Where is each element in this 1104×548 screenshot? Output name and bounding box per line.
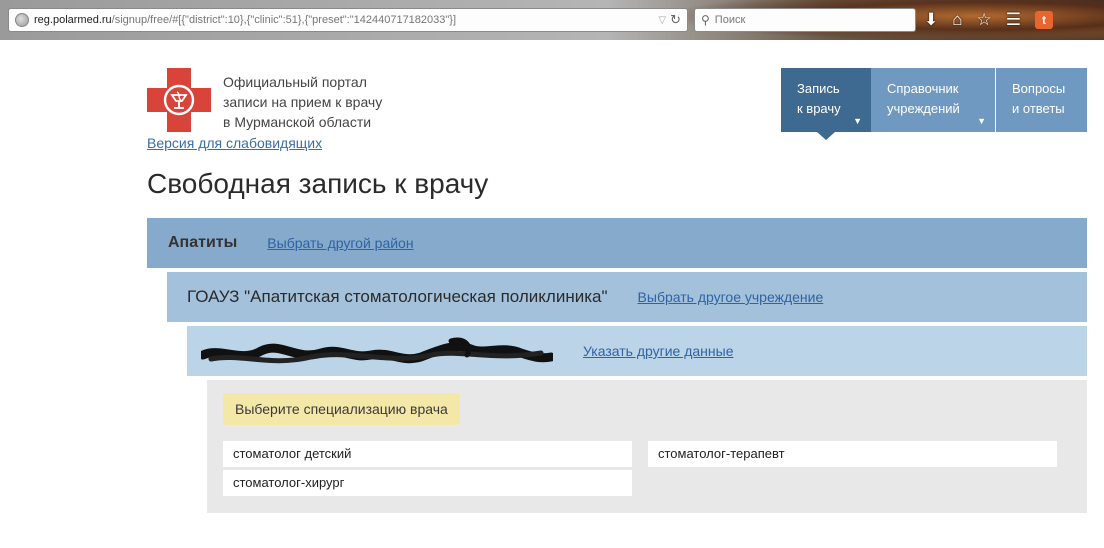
nav-item-label: Запись [797, 81, 840, 96]
change-district-link[interactable]: Выбрать другой район [267, 235, 413, 251]
selected-clinic: ГОАУЗ "Апатитская стоматологическая поли… [187, 287, 608, 306]
search-placeholder: Поиск [714, 14, 746, 26]
change-clinic-link[interactable]: Выбрать другое учреждение [638, 289, 824, 305]
nav-item-label: Вопросы [1012, 81, 1066, 96]
portal-title: Официальный портал записи на прием к вра… [223, 72, 423, 132]
specialization-prompt: Выберите специализацию врача [223, 393, 460, 425]
address-bar[interactable]: reg.polarmed.ru /signup/free/#[{"distric… [8, 8, 688, 32]
nav-item-directory[interactable]: Справочник учреждений ▼ [871, 68, 995, 132]
page-title: Свободная запись к врачу [147, 168, 489, 199]
url-path: /signup/free/#[{"district":10},{"clinic"… [111, 14, 457, 26]
url-host: reg.polarmed.ru [34, 14, 112, 26]
caret-down-icon: ▼ [853, 116, 862, 126]
reload-icon[interactable]: ↻ [670, 12, 681, 28]
portal-title-line: записи на прием к врачу [223, 94, 383, 110]
nav-item-label: Справочник [887, 81, 959, 96]
home-icon[interactable]: ⌂ [952, 8, 962, 32]
selected-district: Апатиты [168, 234, 238, 251]
low-vision-version-link[interactable]: Версия для слабовидящих [147, 135, 322, 151]
portal-logo[interactable] [147, 68, 211, 132]
dropdown-arrow-icon[interactable]: ▽ [658, 15, 666, 26]
nav-item-label: к врачу [797, 101, 841, 116]
nav-item-label: и ответы [1012, 101, 1065, 116]
portal-title-line: в Мурманской области [223, 114, 372, 130]
change-personal-data-link[interactable]: Указать другие данные [583, 343, 734, 359]
district-step: Апатиты Выбрать другой район [147, 218, 1087, 268]
reading-list-icon[interactable]: ☰ [1006, 8, 1021, 32]
redacted-personal-data [201, 337, 553, 364]
download-icon[interactable]: ⬇ [924, 8, 938, 32]
main-nav: Запись к врачу ▼ Справочник учреждений ▼… [781, 68, 1087, 132]
personal-data-step: Указать другие данные [187, 326, 1087, 376]
specialization-panel: Выберите специализацию врача стоматолог … [207, 380, 1087, 513]
nav-item-appointment[interactable]: Запись к врачу ▼ [781, 68, 871, 132]
clinic-step: ГОАУЗ "Апатитская стоматологическая поли… [167, 272, 1087, 322]
globe-icon [15, 13, 29, 27]
addon-icon[interactable]: t [1035, 11, 1054, 29]
browser-toolbar: reg.polarmed.ru /signup/free/#[{"distric… [0, 0, 1104, 40]
bookmark-star-icon[interactable]: ☆ [977, 8, 992, 32]
nav-item-faq[interactable]: Вопросы и ответы [995, 68, 1087, 132]
active-nav-pointer [817, 132, 835, 140]
nav-item-label: учреждений [887, 101, 960, 116]
specialization-option-pediatric[interactable]: стоматолог детский [223, 441, 632, 467]
portal-title-line: Официальный портал [223, 74, 367, 90]
specialization-option-therapist[interactable]: стоматолог-терапевт [648, 441, 1057, 467]
search-icon: ⚲ [701, 13, 710, 27]
toolbar-icons: ⬇ ⌂ ☆ ☰ t [924, 8, 1054, 32]
search-input[interactable]: ⚲ Поиск [694, 8, 916, 32]
caret-down-icon: ▼ [977, 116, 986, 126]
specialization-option-surgeon[interactable]: стоматолог-хирург [223, 470, 632, 496]
